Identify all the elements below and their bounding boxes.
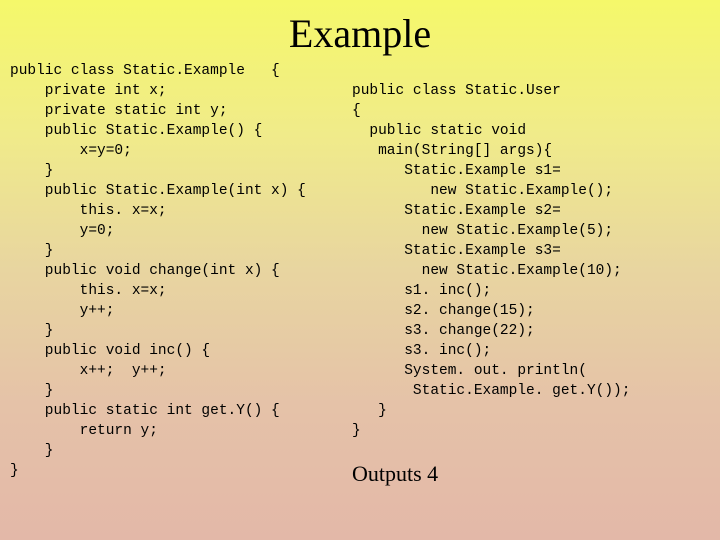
code-block-right: public class Static.User { public static… <box>352 81 630 441</box>
code-block-left: public class Static.Example { private in… <box>10 61 306 481</box>
slide-title: Example <box>0 0 720 61</box>
outputs-label: Outputs 4 <box>352 461 438 487</box>
